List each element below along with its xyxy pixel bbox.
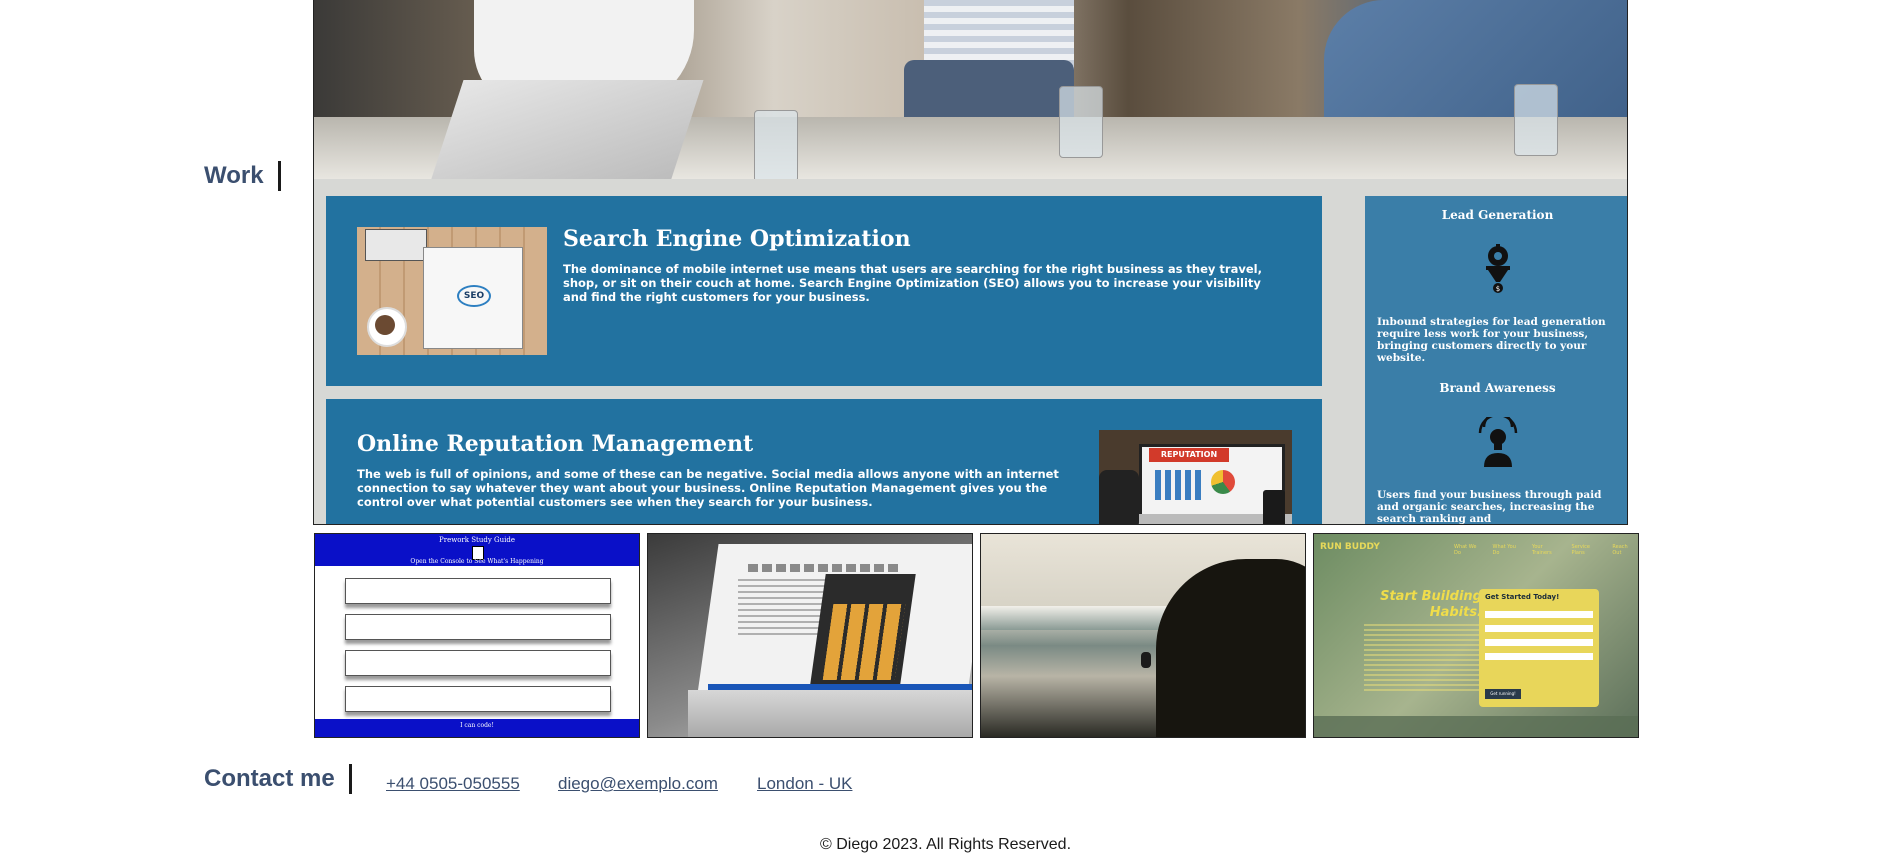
runbuddy-headline: Start Building Habits. <box>1380 589 1482 620</box>
featured-work-card[interactable]: SEO Search Engine Optimization The domin… <box>313 0 1628 525</box>
seo-image: SEO <box>357 227 547 355</box>
footer-copyright: © Diego 2023. All Rights Reserved. <box>819 836 1072 853</box>
contact-phone-link[interactable]: +44 0505-050555 <box>386 774 520 794</box>
lead-generation-description: Inbound strategies for lead generation r… <box>1377 316 1606 364</box>
contact-email-link[interactable]: diego@exemplo.com <box>558 774 718 794</box>
lightbulb-person-icon <box>1478 411 1518 467</box>
project-thumb-calculator[interactable] <box>647 533 973 738</box>
seo-description: The dominance of mobile internet use mea… <box>563 262 1262 304</box>
online-reputation-card: Online Reputation Management The web is … <box>326 399 1322 524</box>
brand-awareness-title: Brand Awareness <box>1439 381 1556 395</box>
work-section-title: Work <box>204 161 281 191</box>
services-side-panel: Lead Generation $ Inbound strategies for… <box>1365 196 1627 525</box>
reputation-image: REPUTATION <box>1099 430 1292 524</box>
runbuddy-form: Get Started Today! Get running! <box>1479 589 1599 707</box>
contact-section-title: Contact me <box>204 764 352 794</box>
brand-awareness-item: Brand Awareness Users find your business… <box>1365 381 1627 525</box>
lead-generation-title: Lead Generation <box>1441 208 1554 222</box>
seo-title: Search Engine Optimization <box>563 226 911 252</box>
prework-subtitle: Open the Console to See What's Happening <box>410 558 544 565</box>
contact-location-link[interactable]: London - UK <box>757 774 852 794</box>
runbuddy-brand: RUN BUDDY <box>1320 542 1380 552</box>
orm-title: Online Reputation Management <box>357 431 754 457</box>
lead-generation-item: Lead Generation $ Inbound strategies for… <box>1365 208 1627 364</box>
prework-footer: I can code! <box>460 722 494 729</box>
project-thumb-prework-study-guide[interactable]: Prework Study Guide Open the Console to … <box>314 533 640 738</box>
funnel-gear-icon: $ <box>1478 244 1518 294</box>
orm-description: The web is full of opinions, and some of… <box>357 467 1059 509</box>
seo-card: SEO Search Engine Optimization The domin… <box>326 196 1322 386</box>
prework-title: Prework Study Guide <box>439 536 515 544</box>
hero-image-team-meeting <box>314 0 1627 179</box>
brand-awareness-description: Users find your business through paid an… <box>1377 489 1602 525</box>
project-thumb-surf[interactable] <box>980 533 1306 738</box>
project-thumb-run-buddy[interactable]: RUN BUDDY What We Do What You Do Your Tr… <box>1313 533 1639 738</box>
svg-text:$: $ <box>1495 285 1499 293</box>
runbuddy-nav: What We Do What You Do Your Trainers Ser… <box>1454 544 1628 556</box>
